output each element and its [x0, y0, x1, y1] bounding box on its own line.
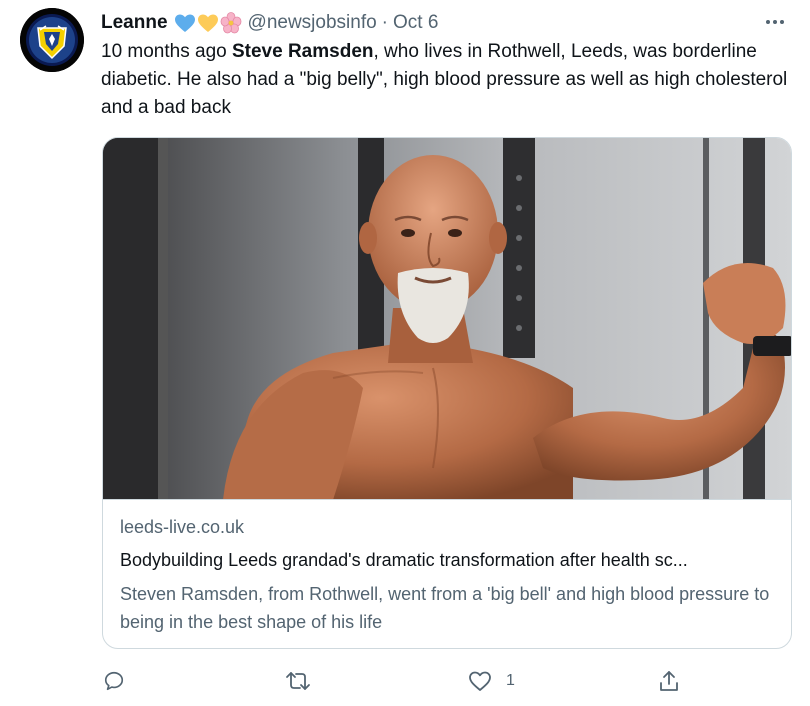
card-description: Steven Ramsden, from Rothwell, went from… — [120, 584, 770, 632]
author-emojis — [174, 12, 242, 34]
retweet-button[interactable] — [285, 664, 325, 698]
heart-icon — [469, 671, 491, 691]
tweet: Leanne @newsjobsinfo · Oct 6 10 months a… — [0, 0, 810, 706]
action-bar: 1 — [0, 664, 810, 698]
leeds-crest-icon — [20, 8, 84, 72]
author-handle[interactable]: @newsjobsinfo — [248, 12, 377, 34]
reply-icon — [104, 671, 124, 691]
tweet-text-mention: Steve Ramsden — [231, 41, 374, 62]
avatar[interactable] — [20, 8, 84, 72]
reply-button[interactable] — [103, 664, 139, 698]
header-separator: · — [381, 12, 388, 33]
share-icon — [660, 671, 678, 691]
like-button[interactable]: 1 — [468, 664, 515, 698]
tweet-text: 10 months ago Steve Ramsden, who lives i… — [101, 38, 791, 122]
yellow-heart-icon — [197, 14, 218, 32]
card-domain: leeds-live.co.uk — [120, 517, 245, 537]
blue-heart-icon — [174, 14, 195, 32]
more-options-icon[interactable] — [762, 12, 788, 32]
share-button[interactable] — [658, 664, 694, 698]
tweet-text-part-1: 10 months ago — [101, 41, 232, 62]
author-name[interactable]: Leanne — [101, 12, 168, 34]
card-photo — [103, 138, 791, 499]
retweet-icon — [286, 672, 310, 690]
card-title: Bodybuilding Leeds grandad's dramatic tr… — [120, 550, 688, 570]
tweet-date[interactable]: Oct 6 — [393, 12, 438, 34]
cherry-blossom-icon — [220, 12, 241, 34]
link-card[interactable]: leeds-live.co.uk Bodybuilding Leeds gran… — [102, 137, 792, 649]
tweet-header: Leanne @newsjobsinfo · Oct 6 — [101, 10, 438, 36]
like-count: 1 — [506, 672, 515, 689]
card-image[interactable] — [103, 138, 791, 500]
